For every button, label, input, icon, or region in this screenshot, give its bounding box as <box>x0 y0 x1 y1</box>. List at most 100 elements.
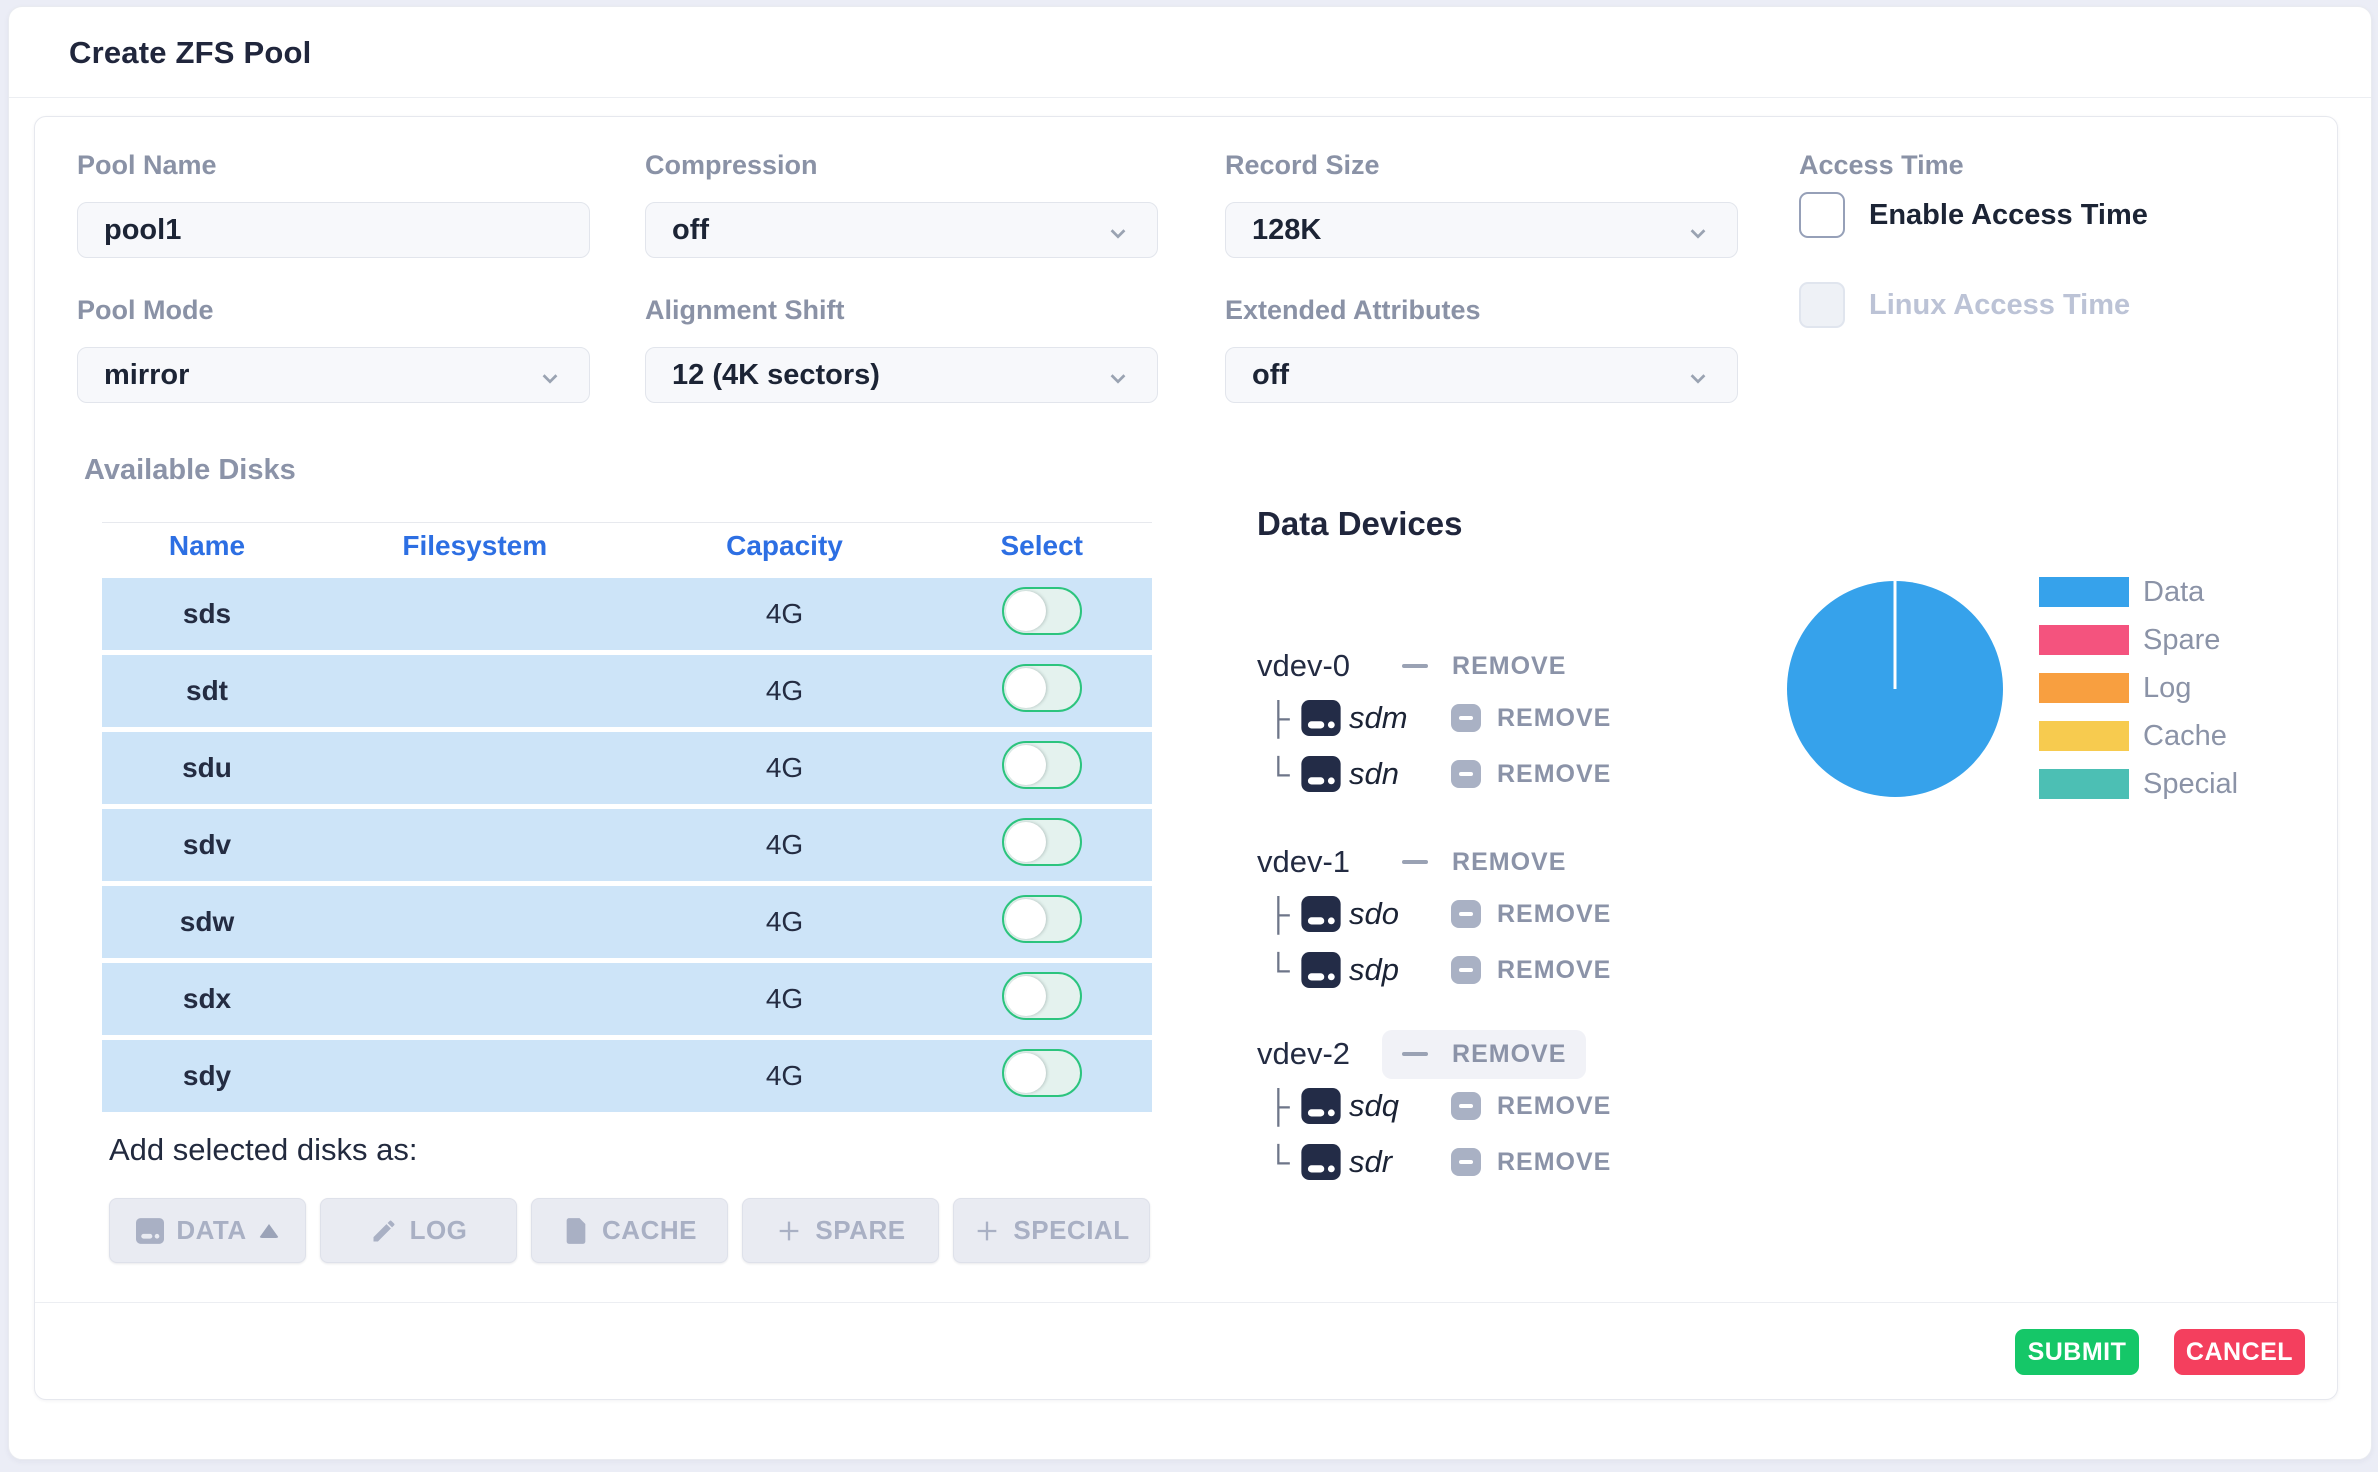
caret-up-icon <box>259 1224 279 1238</box>
disk-capacity: 4G <box>638 829 932 861</box>
table-row: sdt 4G <box>102 655 1152 727</box>
minus-icon <box>1451 760 1481 788</box>
submit-button[interactable]: SUBMIT <box>2015 1329 2139 1375</box>
header-divider <box>9 97 2371 98</box>
chevron-down-icon <box>539 364 561 386</box>
vdev-name: vdev-0 <box>1257 648 1350 684</box>
add-log-button[interactable]: LOG <box>320 1198 517 1263</box>
vdev-name: vdev-2 <box>1257 1036 1350 1072</box>
alignment-shift-select[interactable]: 12 (4K sectors) <box>645 347 1158 403</box>
remove-disk-button[interactable]: REMOVE <box>1451 1092 1611 1121</box>
vdev-disk-row: └ sdn REMOVE <box>1257 746 1797 802</box>
disk-select-toggle[interactable] <box>1002 587 1082 635</box>
disk-select-toggle[interactable] <box>1002 741 1082 789</box>
table-row: sdw 4G <box>102 886 1152 958</box>
table-body: sds 4G sdt 4G sdu 4G <box>102 578 1152 1112</box>
remove-disk-button[interactable]: REMOVE <box>1451 956 1611 985</box>
cancel-button[interactable]: CANCEL <box>2174 1329 2305 1375</box>
legend-label: Special <box>2143 768 2238 801</box>
add-data-button[interactable]: DATA <box>109 1198 306 1263</box>
table-row: sdu 4G <box>102 732 1152 804</box>
access-time-label: Access Time <box>1799 150 2312 181</box>
minus-icon <box>1451 1092 1481 1120</box>
add-special-button[interactable]: SPECIAL <box>953 1198 1150 1263</box>
enable-access-time-checkbox[interactable] <box>1799 192 1845 238</box>
pool-name-label: Pool Name <box>77 150 590 181</box>
disk-select-toggle[interactable] <box>1002 818 1082 866</box>
pool-name-field: Pool Name <box>77 150 590 258</box>
linux-access-time-label: Linux Access Time <box>1869 289 2130 322</box>
remove-vdev-button[interactable]: REMOVE <box>1382 642 1586 691</box>
disk-select-toggle[interactable] <box>1002 1049 1082 1097</box>
plus-icon <box>775 1217 803 1245</box>
disk-name: sdt <box>102 675 312 707</box>
disk-select-toggle[interactable] <box>1002 895 1082 943</box>
disk-icon <box>1301 896 1341 932</box>
remove-disk-button[interactable]: REMOVE <box>1451 1148 1611 1177</box>
add-as-button-row: DATA LOG CACHE SPARE SPECIAL <box>109 1198 1150 1263</box>
extended-attributes-label: Extended Attributes <box>1225 295 1738 326</box>
add-spare-button[interactable]: SPARE <box>742 1198 939 1263</box>
remove-disk-button[interactable]: REMOVE <box>1451 760 1611 789</box>
pool-name-input[interactable] <box>77 202 590 258</box>
table-row: sdy 4G <box>102 1040 1152 1112</box>
remove-vdev-button[interactable]: REMOVE <box>1382 838 1586 887</box>
disk-name: sdx <box>102 983 312 1015</box>
record-size-value: 128K <box>1252 214 1321 247</box>
disk-select-toggle[interactable] <box>1002 972 1082 1020</box>
disk-select-toggle[interactable] <box>1002 664 1082 712</box>
record-size-select[interactable]: 128K <box>1225 202 1738 258</box>
vdev-disk-name: sdm <box>1349 700 1437 736</box>
minus-icon <box>1402 860 1428 864</box>
enable-access-time-row: Enable Access Time <box>1799 192 2148 238</box>
minus-icon <box>1451 956 1481 984</box>
vdev-disk-name: sdn <box>1349 756 1437 792</box>
vdev-group: vdev-0 REMOVE ├ sdm REMOVE └ sdn <box>1257 642 1797 802</box>
table-row: sdx 4G <box>102 963 1152 1035</box>
minus-icon <box>1451 704 1481 732</box>
access-time-field: Access Time <box>1799 150 2312 181</box>
vdev-disk-row: └ sdp REMOVE <box>1257 942 1797 998</box>
add-special-label: SPECIAL <box>1013 1215 1129 1246</box>
column-header-name: Name <box>102 530 312 562</box>
remove-vdev-button[interactable]: REMOVE <box>1382 1030 1586 1079</box>
chevron-down-icon <box>1107 364 1129 386</box>
remove-label: REMOVE <box>1497 1092 1611 1121</box>
remove-disk-button[interactable]: REMOVE <box>1451 900 1611 929</box>
device-type-pie-chart <box>1780 572 2012 813</box>
extended-attributes-field: Extended Attributes off <box>1225 295 1738 403</box>
column-header-select: Select <box>932 530 1153 562</box>
legend-item-data[interactable]: Data <box>2039 577 2238 607</box>
alignment-shift-field: Alignment Shift 12 (4K sectors) <box>645 295 1158 403</box>
tree-branch-icon: └ <box>1267 952 1301 989</box>
record-size-label: Record Size <box>1225 150 1738 181</box>
minus-icon <box>1451 1148 1481 1176</box>
legend-item-log[interactable]: Log <box>2039 673 2238 703</box>
add-spare-label: SPARE <box>815 1215 905 1246</box>
extended-attributes-select[interactable]: off <box>1225 347 1738 403</box>
pool-mode-select[interactable]: mirror <box>77 347 590 403</box>
toggle-knob <box>1006 976 1046 1016</box>
toggle-knob <box>1006 822 1046 862</box>
column-header-filesystem: Filesystem <box>312 530 638 562</box>
compression-label: Compression <box>645 150 1158 181</box>
toggle-knob <box>1006 745 1046 785</box>
add-data-label: DATA <box>176 1215 246 1246</box>
legend-item-spare[interactable]: Spare <box>2039 625 2238 655</box>
disk-capacity: 4G <box>638 598 932 630</box>
remove-label: REMOVE <box>1452 652 1566 681</box>
compression-select[interactable]: off <box>645 202 1158 258</box>
chevron-down-icon <box>1687 364 1709 386</box>
legend-item-cache[interactable]: Cache <box>2039 721 2238 751</box>
linux-access-time-checkbox[interactable] <box>1799 282 1845 328</box>
record-size-field: Record Size 128K <box>1225 150 1738 258</box>
vdev-disk-name: sdq <box>1349 1088 1437 1124</box>
remove-disk-button[interactable]: REMOVE <box>1451 704 1611 733</box>
add-log-label: LOG <box>410 1215 468 1246</box>
add-cache-button[interactable]: CACHE <box>531 1198 728 1263</box>
legend-item-special[interactable]: Special <box>2039 769 2238 799</box>
disk-capacity: 4G <box>638 752 932 784</box>
minus-icon <box>1402 1052 1428 1056</box>
compression-field: Compression off <box>645 150 1158 258</box>
toggle-knob <box>1006 668 1046 708</box>
